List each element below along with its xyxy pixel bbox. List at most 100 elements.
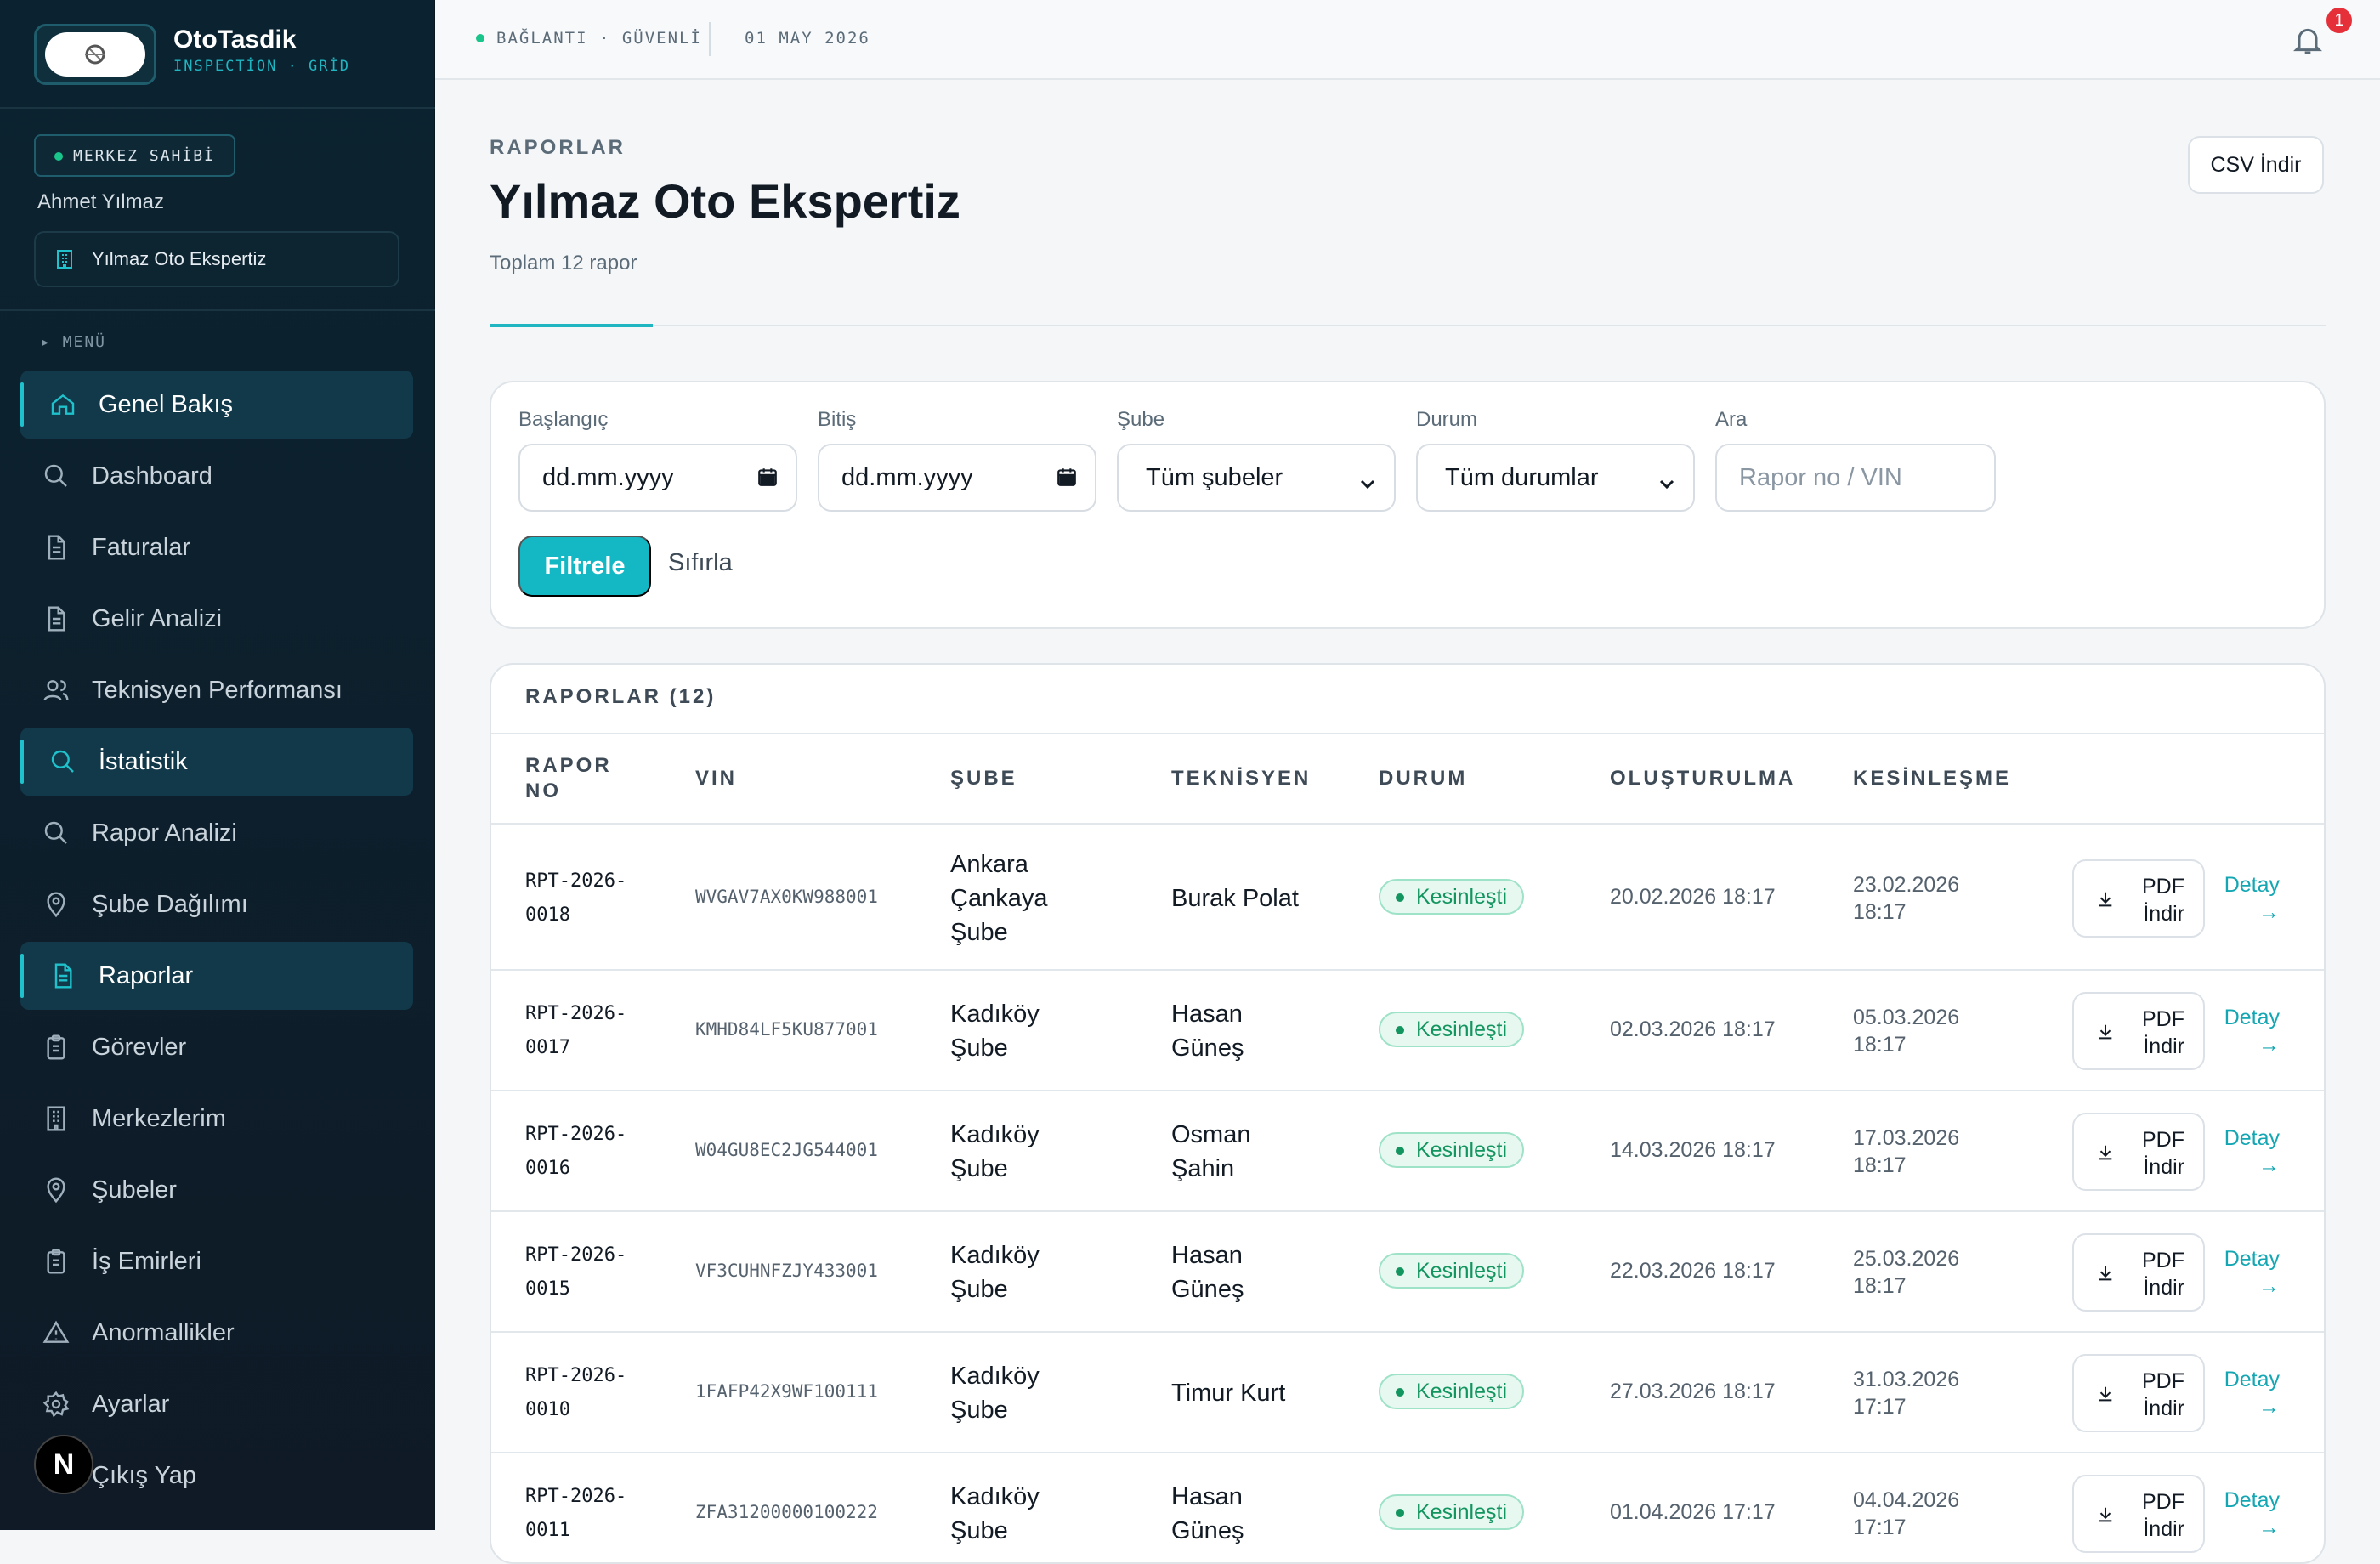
start-date-input[interactable]: dd.mm.yyyy (518, 444, 797, 512)
search-label: Ara (1715, 408, 1748, 431)
center-selector[interactable]: Yılmaz Oto Ekspertiz (34, 231, 400, 287)
calendar-icon[interactable] (1056, 466, 1078, 495)
pdf-download-btn[interactable]: PDF İndir (2072, 1354, 2205, 1432)
pdf-download-btn[interactable]: PDF İndir (2072, 1475, 2205, 1553)
pdf-download-button[interactable]: PDF İndir (2072, 1113, 2205, 1191)
technician-line: Hasan (1171, 1483, 1243, 1510)
clipboard-icon (41, 1032, 71, 1062)
branch-name: Kadıköy Şube (950, 1238, 1040, 1306)
col-header-report-no: RAPOR NO (525, 753, 612, 804)
table-row[interactable]: RPT-2026- 0010 1FAFP42X9WF100111 Kadıköy Şub… (491, 1333, 2324, 1454)
brand-logo[interactable] (34, 24, 156, 85)
pdf-download-btn[interactable]: PDF İndir (2072, 992, 2205, 1070)
table-row[interactable]: RPT-2026- 0015 VF3CUHNFZJY433001 Kadıköy Şub… (491, 1212, 2324, 1333)
sidebar-item-gorevler[interactable]: Görevler (20, 1013, 413, 1081)
pdf-download-button[interactable]: PDF İndir (2072, 992, 2205, 1070)
report-number-suffix: 0017 (525, 1037, 570, 1058)
detail-link[interactable]: Detay → (2218, 1004, 2280, 1058)
vin-value: KMHD84LF5KU877001 (695, 1019, 878, 1040)
sidebar-item-label: Teknisyen Performansı (92, 676, 343, 704)
dev-indicator-badge[interactable]: N (34, 1435, 94, 1494)
pdf-download-btn[interactable]: PDF İndir (2072, 1113, 2205, 1191)
pdf-download-label: PDF İndir (2116, 1247, 2184, 1301)
pdf-label-line2: İndir (2143, 1155, 2184, 1179)
report-number-prefix: RPT-2026- (525, 1486, 627, 1507)
created-date-value: 14.03.2026 18:17 (1610, 1138, 1776, 1162)
branch-select[interactable]: Tüm şubeler (1117, 444, 1396, 512)
arrow-right-icon: → (2258, 1395, 2280, 1419)
sidebar-item-genel-bakis[interactable]: Genel Bakış (20, 371, 413, 439)
detail-link[interactable]: Detay → (2218, 1487, 2280, 1541)
title-divider (490, 325, 2326, 326)
branch-line: Çankaya (950, 885, 1048, 912)
sidebar-item-anormallikler[interactable]: Anormallikler (20, 1299, 413, 1367)
finalized-date-day: 17.03.2026 (1853, 1126, 1960, 1150)
sidebar-item-subeler[interactable]: Şubeler (20, 1156, 413, 1224)
sidebar-item-dashboard[interactable]: Dashboard (20, 442, 413, 510)
arrow-right-icon: → (2258, 900, 2280, 924)
table-row[interactable]: RPT-2026- 0017 KMHD84LF5KU877001 Kadıköy Şub… (491, 971, 2324, 1091)
pdf-download-btn[interactable]: PDF İndir (2072, 859, 2205, 938)
table-row[interactable]: RPT-2026- 0011 ZFA31200000100222 Kadıköy Şub… (491, 1454, 2324, 1562)
status-badge: Kesinleşti (1379, 1132, 1524, 1168)
finalized-date-day: 04.04.2026 (1853, 1488, 1960, 1512)
pdf-download-btn[interactable]: PDF İndir (2072, 1233, 2205, 1312)
table-header: RAPOR NO VIN ŞUBE TEKNİSYEN DURUM OLUŞTU… (491, 733, 2324, 824)
pdf-download-button[interactable]: PDF İndir (2072, 859, 2205, 938)
status-select[interactable]: Tüm durumlar (1416, 444, 1695, 512)
sidebar-item-raporlar[interactable]: Raporlar (20, 942, 413, 1010)
status-badge: Kesinleşti (1379, 1012, 1524, 1047)
pdf-download-button[interactable]: PDF İndir (2072, 1475, 2205, 1553)
detail-link[interactable]: Detay → (2218, 1366, 2280, 1420)
created-date: 20.02.2026 18:17 (1610, 885, 1776, 910)
sidebar-item-istatistik[interactable]: İstatistik (20, 728, 413, 796)
sidebar-item-faturalar[interactable]: Faturalar (20, 513, 413, 581)
table-row[interactable]: RPT-2026- 0016 W04GU8EC2JG544001 Kadıköy Şub… (491, 1091, 2324, 1212)
sidebar-item-merkezlerim[interactable]: Merkezlerim (20, 1085, 413, 1153)
sidebar-item-ayarlar[interactable]: Ayarlar (20, 1370, 413, 1438)
finalized-time: 17:17 (1853, 1395, 1907, 1419)
search-group: Ara Rapor no / VIN (1715, 408, 1996, 512)
col-header-technician: TEKNİSYEN (1171, 767, 1312, 790)
notification-bell-icon[interactable] (2286, 19, 2329, 61)
detail-link-label: Detay (2224, 1006, 2280, 1029)
vin-value: ZFA31200000100222 (695, 1502, 878, 1522)
technician-name: Hasan Güneş (1171, 1238, 1244, 1306)
finalized-date-day: 23.02.2026 (1853, 873, 1960, 897)
detail-link[interactable]: Detay → (2218, 871, 2280, 926)
arrow-right-icon: → (2258, 1033, 2280, 1057)
status-badge-pill: Kesinleşti (1379, 1012, 1524, 1047)
pdf-label-line2: İndir (2143, 1034, 2184, 1058)
csv-download-button[interactable]: CSV İndir (2188, 136, 2324, 194)
logo-car-icon (45, 32, 145, 76)
technician-name: Timur Kurt (1171, 1376, 1285, 1410)
col-header-finalized: KESİNLEŞME (1853, 767, 2012, 790)
connection-status: BAĞLANTI · GÜVENLİ (476, 29, 702, 48)
reset-filter-button[interactable]: Sıfırla (668, 549, 733, 577)
sidebar-item-sube-dagilimi[interactable]: Şube Dağılımı (20, 870, 413, 938)
page-title: Yılmaz Oto Ekspertiz (490, 174, 960, 228)
pdf-download-button[interactable]: PDF İndir (2072, 1233, 2205, 1312)
sidebar-item-teknisyen-performansi[interactable]: Teknisyen Performansı (20, 656, 413, 724)
calendar-icon[interactable] (756, 466, 779, 495)
search-input[interactable]: Rapor no / VIN (1715, 444, 1996, 512)
arrow-right-icon: → (2258, 1153, 2280, 1177)
sidebar-item-rapor-analizi[interactable]: Rapor Analizi (20, 799, 413, 867)
document-icon (48, 960, 78, 991)
branch-line: Şube (950, 1397, 1008, 1424)
detail-link[interactable]: Detay → (2218, 1245, 2280, 1300)
report-number: RPT-2026- 0015 (525, 1238, 626, 1306)
apply-filter-button[interactable]: Filtrele (518, 536, 651, 597)
table-row[interactable]: RPT-2026- 0018 WVGAV7AX0KW988001 Ankara Çank… (491, 826, 2324, 971)
sidebar-item-gelir-analizi[interactable]: Gelir Analizi (20, 585, 413, 653)
detail-link[interactable]: Detay → (2218, 1125, 2280, 1179)
sidebar-item-label: Gelir Analizi (92, 604, 223, 632)
status-select-value: Tüm durumlar (1445, 463, 1599, 491)
created-date-value: 20.02.2026 18:17 (1610, 885, 1776, 909)
sidebar-item-is-emirleri[interactable]: İş Emirleri (20, 1227, 413, 1295)
end-date-input[interactable]: dd.mm.yyyy (818, 444, 1096, 512)
pdf-download-button[interactable]: PDF İndir (2072, 1354, 2205, 1432)
arrow-right-icon: → (2258, 1516, 2280, 1539)
chevron-down-icon (1358, 471, 1377, 499)
end-date-label: Bitiş (818, 408, 857, 431)
